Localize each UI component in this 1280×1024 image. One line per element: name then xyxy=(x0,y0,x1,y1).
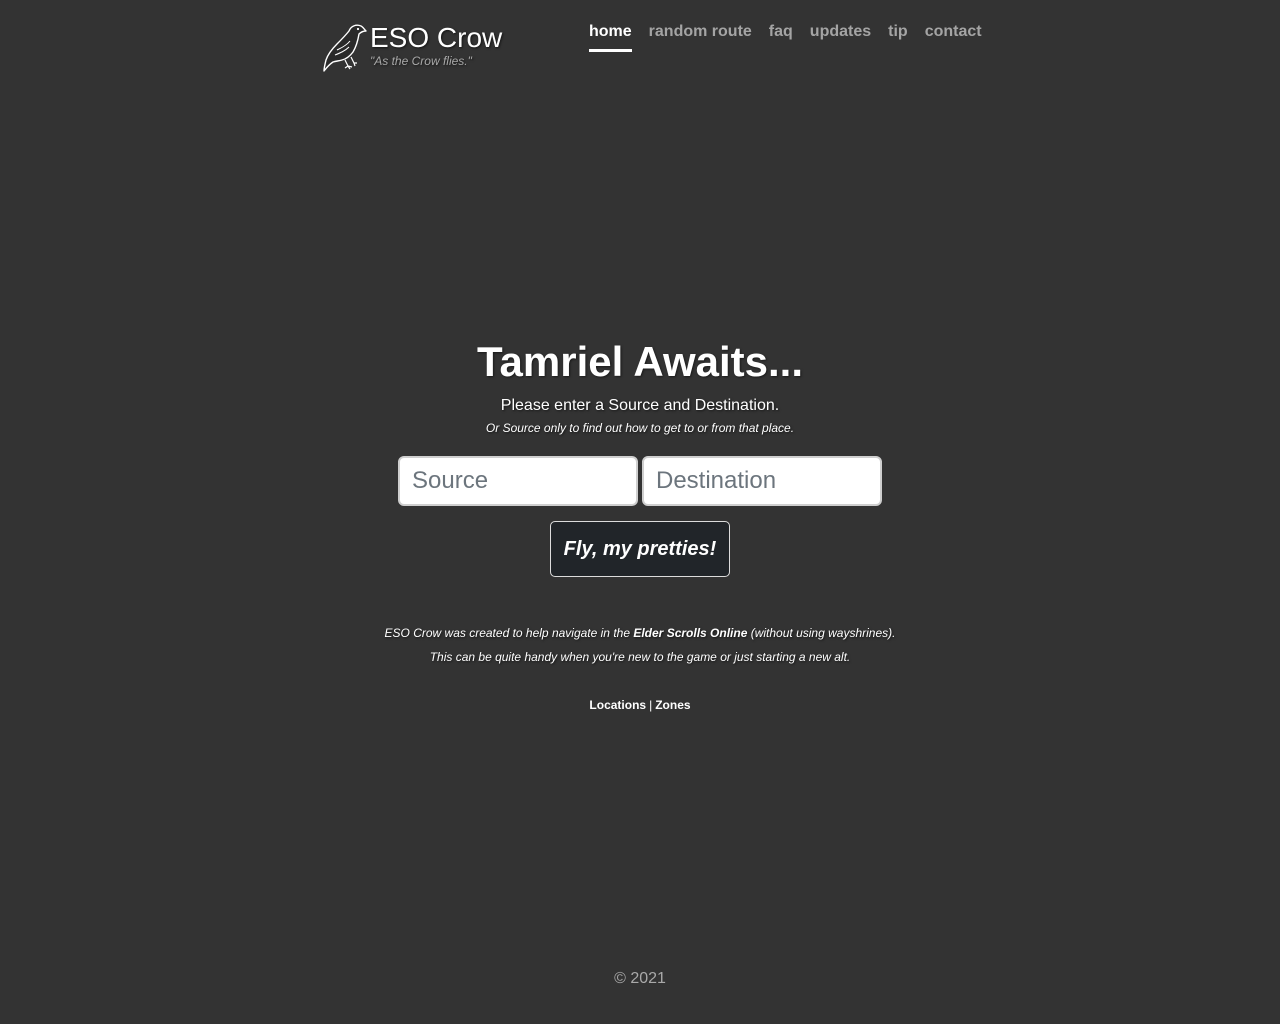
site-header: ESO Crow "As the Crow flies." home rando… xyxy=(0,0,1280,80)
reference-links: Locations | Zones xyxy=(0,693,1280,717)
locations-link[interactable]: Locations xyxy=(589,698,646,712)
source-input[interactable] xyxy=(398,456,638,506)
about-line-1: ESO Crow was created to help navigate in… xyxy=(0,621,1280,645)
brand-home-link[interactable]: ESO Crow "As the Crow flies." xyxy=(323,20,502,72)
main-nav: home random route faq updates tip contac… xyxy=(589,22,982,52)
game-name: Elder Scrolls Online xyxy=(633,626,748,640)
instructions: Please enter a Source and Destination. xyxy=(500,397,780,414)
instructions-hint: Or Source only to find out how to get to… xyxy=(485,421,795,435)
page-headline: Tamriel Awaits... xyxy=(476,338,803,385)
footer-copyright: © 2021 xyxy=(614,970,666,987)
site-title: ESO Crow xyxy=(370,22,503,53)
site-tagline: "As the Crow flies." xyxy=(370,54,472,68)
nav-tip[interactable]: tip xyxy=(888,22,908,52)
fly-submit-button[interactable]: Fly, my pretties! xyxy=(550,521,730,577)
about-line-1-start: ESO Crow was created to help navigate in… xyxy=(384,626,634,640)
route-inputs xyxy=(0,456,1280,506)
about-text: ESO Crow was created to help navigate in… xyxy=(0,621,1280,669)
links-separator: | xyxy=(649,698,653,712)
nav-random-route[interactable]: random route xyxy=(649,22,752,52)
nav-contact[interactable]: contact xyxy=(925,22,982,52)
route-form-section: Tamriel Awaits... Please enter a Source … xyxy=(0,336,1280,717)
about-line-1-end: (without using wayshrines). xyxy=(747,626,896,640)
nav-home[interactable]: home xyxy=(589,22,632,52)
nav-updates[interactable]: updates xyxy=(810,22,871,52)
destination-input[interactable] xyxy=(642,456,882,506)
crow-icon xyxy=(323,24,367,72)
zones-link[interactable]: Zones xyxy=(655,698,690,712)
nav-faq[interactable]: faq xyxy=(769,22,793,52)
about-line-2: This can be quite handy when you're new … xyxy=(429,650,851,664)
